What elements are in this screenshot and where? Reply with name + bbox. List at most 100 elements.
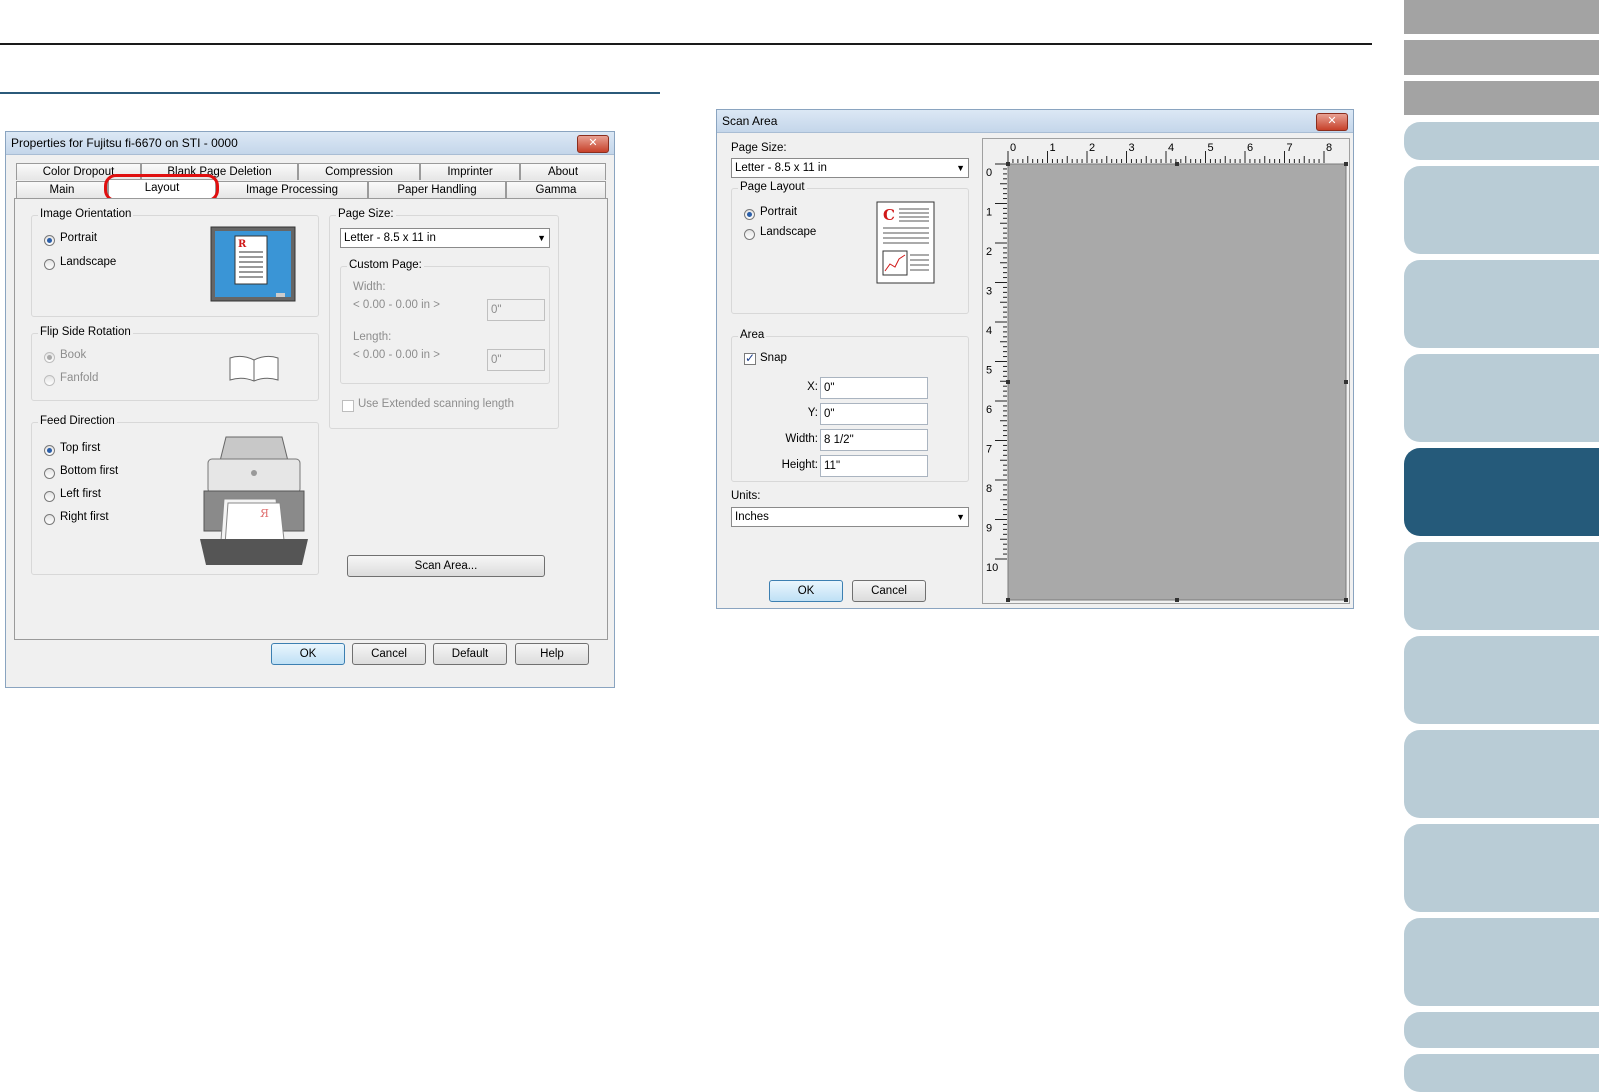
ruler-top-label: 7 (1287, 142, 1293, 154)
scan-area-title-bar: Scan Area ✕ (717, 110, 1353, 133)
default-button[interactable]: Default (433, 643, 507, 665)
scan-area-button[interactable]: Scan Area... (347, 555, 545, 577)
scan-portrait-label: Portrait (760, 206, 798, 218)
ruler-svg: 0 1 2 3 4 5 6 7 8 0 1 2 3 4 5 6 7 8 9 10 (986, 142, 1348, 602)
scan-page-size-label: Page Size: (731, 142, 787, 154)
ruler-left-label: 7 (986, 444, 992, 456)
custom-page-label: Custom Page: (347, 259, 424, 271)
close-icon[interactable]: ✕ (1316, 113, 1348, 131)
nav-tab-3[interactable] (1404, 81, 1599, 115)
ruler-left-label: 0 (986, 167, 992, 179)
fanfold-radio[interactable] (44, 375, 55, 386)
flip-side-rotation-group: Flip Side Rotation Book Fanfold (31, 326, 319, 401)
y-label: Y: (807, 407, 818, 419)
tab-main[interactable]: Main (16, 181, 108, 198)
ruler-left-label: 10 (986, 562, 998, 574)
extended-scanning-checkbox[interactable] (342, 400, 354, 412)
page-size-value: Letter - 8.5 x 11 in (344, 232, 436, 244)
ruler-top-label: 6 (1247, 142, 1253, 154)
bottom-first-radio[interactable] (44, 468, 55, 479)
feed-direction-label: Feed Direction (38, 415, 117, 427)
scan-preview: 0 1 2 3 4 5 6 7 8 0 1 2 3 4 5 6 7 8 9 10 (982, 138, 1350, 604)
page-size-select[interactable]: Letter - 8.5 x 11 in ▼ (340, 228, 550, 248)
custom-length-input[interactable]: 0" (487, 349, 545, 371)
nav-tab-15[interactable] (1404, 1054, 1599, 1092)
nav-tab-6[interactable] (1404, 260, 1599, 348)
width-input[interactable]: 8 1/2" (820, 429, 928, 451)
top-first-radio[interactable] (44, 445, 55, 456)
ruler-top-label: 5 (1208, 142, 1214, 154)
nav-tab-11[interactable] (1404, 730, 1599, 818)
area-label: Area (738, 329, 767, 341)
nav-tab-1[interactable] (1404, 0, 1599, 34)
scan-page-size-select[interactable]: Letter - 8.5 x 11 in ▼ (731, 158, 969, 178)
right-first-radio[interactable] (44, 514, 55, 525)
custom-width-label: Width: (353, 281, 386, 293)
nav-tab-12[interactable] (1404, 824, 1599, 912)
nav-tab-5[interactable] (1404, 166, 1599, 254)
svg-text:C: C (883, 206, 895, 224)
width-label: Width: (785, 433, 818, 445)
fanfold-label: Fanfold (60, 372, 99, 384)
units-label: Units: (731, 490, 761, 502)
custom-width-input[interactable]: 0" (487, 299, 545, 321)
x-input[interactable]: 0" (820, 377, 928, 399)
custom-length-range: < 0.00 - 0.00 in > (353, 349, 440, 361)
scan-landscape-radio[interactable] (744, 229, 755, 240)
ruler-left-label: 2 (986, 246, 992, 258)
page-size-label: Page Size: (336, 208, 396, 220)
document-preview-icon: C (876, 201, 935, 284)
height-input[interactable]: 11" (820, 455, 928, 477)
scan-portrait-radio[interactable] (744, 209, 755, 220)
scan-landscape-label: Landscape (760, 226, 817, 238)
custom-page-group: Custom Page: Width: < 0.00 - 0.00 in > 0… (340, 259, 550, 384)
ruler-left-label: 5 (986, 365, 992, 377)
ruler-top-label: 2 (1089, 142, 1095, 154)
custom-width-range: < 0.00 - 0.00 in > (353, 299, 440, 311)
scan-area-dialog: Scan Area ✕ Page Size: Letter - 8.5 x 11… (716, 109, 1354, 609)
units-value: Inches (735, 511, 769, 523)
scanner-icon: Я (200, 436, 308, 565)
nav-tab-10[interactable] (1404, 636, 1599, 724)
tab-imprinter[interactable]: Imprinter (420, 163, 520, 180)
tab-paper-handling[interactable]: Paper Handling (368, 181, 506, 198)
y-input[interactable]: 0" (820, 403, 928, 425)
layout-panel: Image Orientation Portrait Landscape R F… (14, 198, 608, 640)
tab-image-processing[interactable]: Image Processing (216, 181, 368, 198)
portrait-radio[interactable] (44, 235, 55, 246)
portrait-label: Portrait (60, 232, 98, 244)
nav-tab-9[interactable] (1404, 542, 1599, 630)
landscape-radio[interactable] (44, 259, 55, 270)
tab-gamma[interactable]: Gamma (506, 181, 606, 198)
nav-tab-14[interactable] (1404, 1012, 1599, 1048)
area-group: Area Snap X: 0" Y: 0" Width: 8 1/2" Heig… (731, 329, 969, 482)
chevron-down-icon: ▼ (956, 512, 965, 522)
ruler-left-label: 9 (986, 523, 992, 535)
feed-direction-group: Feed Direction Top first Bottom first Le… (31, 415, 319, 575)
nav-tab-8-active[interactable] (1404, 448, 1599, 536)
tab-about[interactable]: About (520, 163, 606, 180)
left-first-radio[interactable] (44, 491, 55, 502)
nav-tab-13[interactable] (1404, 918, 1599, 1006)
close-icon[interactable]: ✕ (577, 135, 609, 153)
nav-tab-2[interactable] (1404, 40, 1599, 75)
nav-tab-4[interactable] (1404, 122, 1599, 160)
book-label: Book (60, 349, 87, 361)
ok-button[interactable]: OK (271, 643, 345, 665)
help-button[interactable]: Help (515, 643, 589, 665)
scan-cancel-button[interactable]: Cancel (852, 580, 926, 602)
tab-compression[interactable]: Compression (298, 163, 420, 180)
ruler-top-label: 1 (1050, 142, 1056, 154)
page-layout-label: Page Layout (738, 181, 807, 193)
cancel-button[interactable]: Cancel (352, 643, 426, 665)
scan-ok-button[interactable]: OK (769, 580, 843, 602)
snap-checkbox[interactable] (744, 351, 756, 365)
landscape-label: Landscape (60, 256, 117, 268)
properties-title: Properties for Fujitsu fi-6670 on STI - … (11, 136, 238, 150)
nav-tab-7[interactable] (1404, 354, 1599, 442)
snap-label: Snap (760, 352, 787, 364)
book-radio[interactable] (44, 352, 55, 363)
units-select[interactable]: Inches ▼ (731, 507, 969, 527)
scan-area-region[interactable] (1007, 163, 1347, 601)
properties-title-bar: Properties for Fujitsu fi-6670 on STI - … (6, 132, 614, 155)
